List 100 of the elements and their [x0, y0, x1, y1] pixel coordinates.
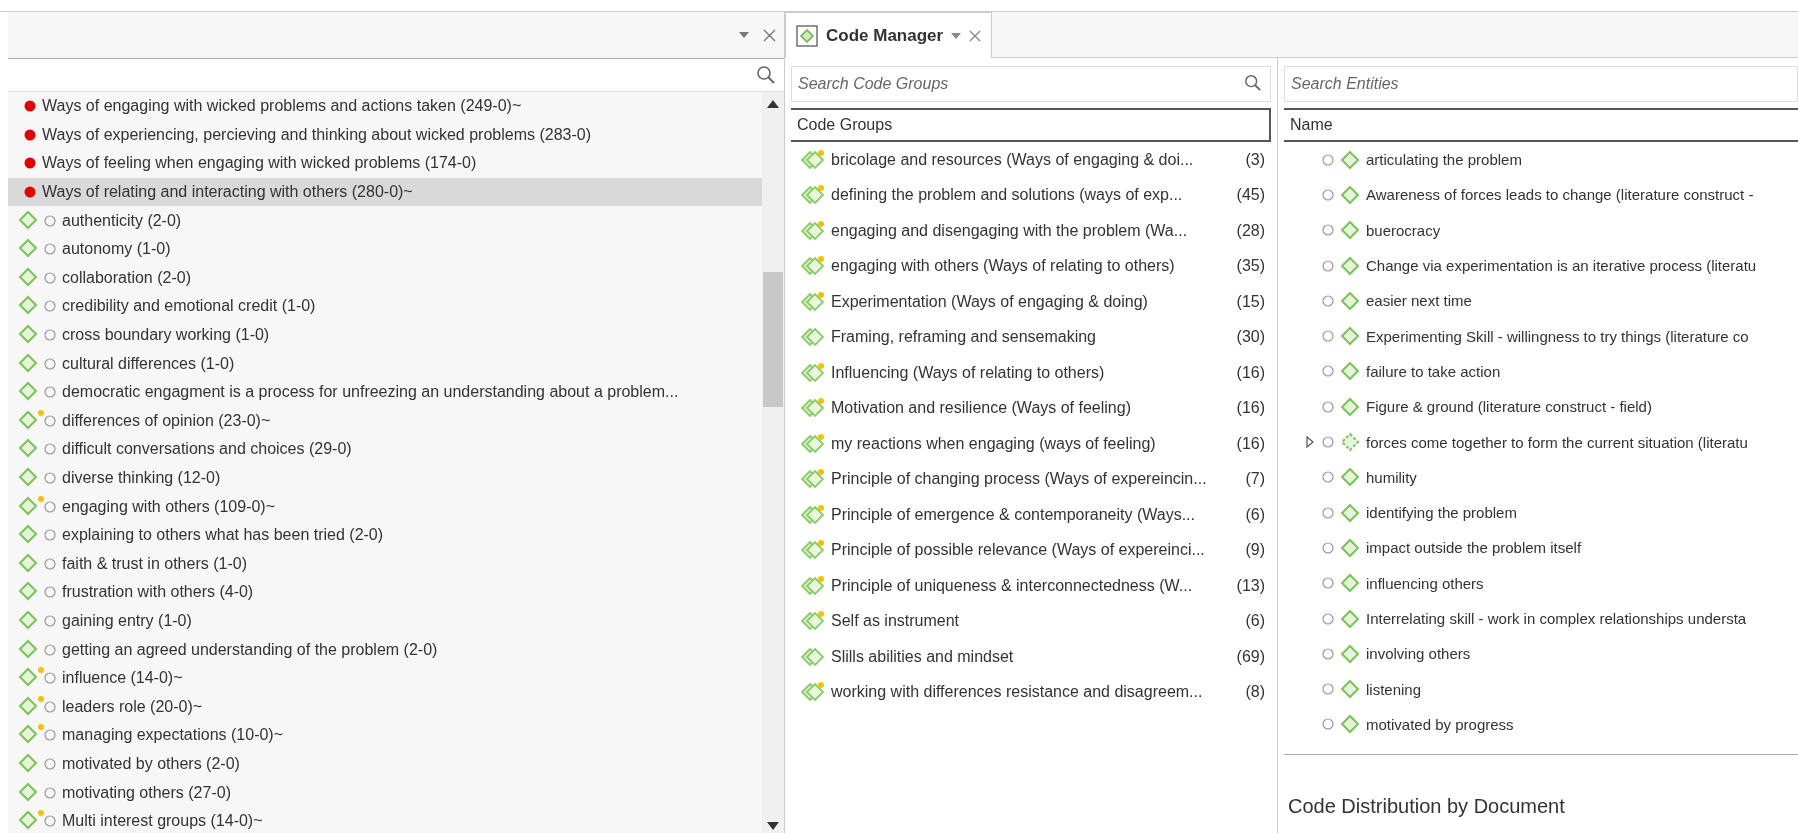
tree-item[interactable]: faith & trust in others (1-0): [8, 549, 762, 579]
tree-item[interactable]: autonomy (1-0): [8, 234, 762, 264]
tree-item[interactable]: managing expectations (10-0)~: [8, 721, 762, 750]
code-manager-tab[interactable]: Code Manager: [785, 12, 993, 58]
dropdown-icon[interactable]: [951, 32, 962, 39]
code-group-item[interactable]: working with differences resistance and disagreem... (8): [791, 674, 1271, 710]
code-group-item[interactable]: Experimentation (Ways of engaging & doing) (15): [791, 284, 1271, 320]
tree-item[interactable]: Ways of relating and interacting with others (280-0)~: [8, 177, 762, 207]
circle-icon: [1322, 647, 1334, 660]
search-icon[interactable]: [1244, 74, 1262, 92]
circle-icon: [44, 529, 56, 542]
circle-icon: [1322, 471, 1334, 484]
column-header[interactable]: Name: [1284, 108, 1798, 142]
tree-item[interactable]: Ways of engaging with wicked problems and actions taken (249-0)~: [8, 92, 762, 121]
category-dot-icon: [24, 128, 36, 141]
entity-item[interactable]: listening: [1284, 671, 1798, 707]
scroll-thumb[interactable]: [763, 272, 783, 407]
circle-icon: [44, 386, 56, 399]
code-group-item[interactable]: defining the problem and solutions (ways of exp... (45): [791, 177, 1271, 213]
scroll-up-icon[interactable]: [767, 100, 779, 108]
tree-item[interactable]: Ways of experiencing, percieving and thinking about wicked problems (283-0): [8, 120, 762, 150]
code-diamond-icon: [1340, 432, 1360, 452]
code-group-item[interactable]: my reactions when engaging (ways of feeling) (16): [791, 426, 1271, 462]
code-group-item[interactable]: engaging and disengaging with the problem (Wa... (28): [791, 213, 1271, 249]
circle-icon: [44, 586, 56, 599]
code-diamond-icon: [18, 752, 40, 775]
circle-icon: [44, 786, 56, 799]
entity-item[interactable]: Awareness of forces leads to change (literature construct -: [1284, 177, 1798, 213]
code-group-item[interactable]: Framing, reframing and sensemaking (30): [791, 319, 1271, 355]
scroll-down-icon[interactable]: [767, 822, 779, 830]
tree-item[interactable]: motivating others (27-0): [8, 778, 762, 807]
code-group-item[interactable]: engaging with others (Ways of relating to others) (35): [791, 248, 1271, 284]
code-manager-icon: [796, 24, 818, 47]
tree-item[interactable]: explaining to others what has been tried (2-0): [8, 520, 762, 550]
entity-item[interactable]: Change via experimentation is an iterative process (literatu: [1284, 247, 1798, 284]
entity-item[interactable]: impact outside the problem itself: [1284, 530, 1798, 566]
entity-item[interactable]: influencing others: [1284, 565, 1798, 601]
code-diamond-icon: [1340, 149, 1360, 170]
close-icon[interactable]: [969, 29, 982, 42]
tree-item[interactable]: credibility and emotional credit (1-0): [8, 292, 762, 321]
entity-item[interactable]: forces come together to form the current situation (literatu: [1284, 424, 1798, 460]
scrollbar[interactable]: [762, 92, 784, 833]
tree-item[interactable]: gaining entry (1-0): [8, 606, 762, 636]
entity-item[interactable]: failure to take action: [1284, 353, 1798, 390]
code-group-item[interactable]: Principle of changing process (Ways of expereincin... (7): [791, 461, 1271, 497]
tree-item[interactable]: cultural differences (1-0): [8, 349, 762, 378]
expand-icon[interactable]: [1306, 436, 1314, 448]
tree-item[interactable]: influence (14-0)~: [8, 663, 762, 693]
close-icon[interactable]: [763, 28, 776, 42]
code-group-item[interactable]: Motivation and resilience (Ways of feeling) (16): [791, 390, 1271, 426]
tree-item[interactable]: Multi interest groups (14-0)~: [8, 806, 762, 833]
entity-item[interactable]: Figure & ground (literature construct - field): [1284, 389, 1798, 425]
code-group-item[interactable]: bricolage and resources (Ways of engaging & doi... (3): [791, 142, 1271, 178]
circle-icon: [44, 472, 56, 484]
circle-icon: [1322, 718, 1334, 731]
tree-item[interactable]: collaboration (2-0): [8, 263, 762, 293]
circle-icon: [44, 815, 56, 828]
column-header[interactable]: Code Groups: [791, 108, 1271, 142]
tree-item[interactable]: getting an agreed understanding of the problem (2-0): [8, 635, 762, 664]
tree-item[interactable]: differences of opinion (23-0)~: [8, 406, 762, 436]
tree-item[interactable]: frustration with others (4-0): [8, 578, 762, 607]
category-dot-icon: [24, 157, 36, 170]
dropdown-icon[interactable]: [739, 32, 749, 38]
code-diamond-icon: [1340, 643, 1360, 664]
entity-item[interactable]: involving others: [1284, 636, 1798, 672]
search-icon[interactable]: [756, 65, 776, 85]
circle-icon: [44, 672, 56, 685]
code-group-item[interactable]: Slills abilities and mindset (69): [791, 639, 1271, 675]
tree-item[interactable]: Ways of feeling when engaging with wicked problems (174-0): [8, 149, 762, 178]
entity-item[interactable]: easier next time: [1284, 283, 1798, 319]
circle-icon: [1322, 224, 1334, 237]
search-field[interactable]: [8, 59, 784, 91]
code-group-item[interactable]: Principle of uniqueness & interconnectedness (W... (13): [791, 568, 1271, 604]
entity-item[interactable]: humility: [1284, 459, 1798, 495]
entity-item[interactable]: buerocracy: [1284, 212, 1798, 248]
code-group-item[interactable]: Principle of emergence & contemporaneity (Ways... (6): [791, 497, 1271, 533]
tree-item[interactable]: difficult conversations and choices (29-0): [8, 435, 762, 464]
tree-item[interactable]: motivated by others (2-0): [8, 749, 762, 779]
circle-icon: [1322, 506, 1334, 519]
tree-item[interactable]: leaders role (20-0)~: [8, 692, 762, 722]
code-diamond-icon: [1340, 396, 1360, 417]
circle-icon: [1322, 259, 1334, 272]
code-diamond-icon: [18, 352, 40, 375]
tree-item[interactable]: cross boundary working (1-0): [8, 320, 762, 350]
code-diamond-icon: [1340, 608, 1360, 629]
circle-icon: [1322, 365, 1334, 378]
entity-item[interactable]: motivated by progress: [1284, 706, 1798, 743]
code-group-item[interactable]: Self as instrument (6): [791, 603, 1271, 639]
tree-item[interactable]: engaging with others (109-0)~: [8, 492, 762, 521]
code-group-item[interactable]: Influencing (Ways of relating to others) (16): [791, 355, 1271, 391]
circle-icon: [1322, 436, 1334, 448]
entity-item[interactable]: Interrelating skill - work in complex relationships understa: [1284, 600, 1798, 637]
code-group-item[interactable]: Principle of possible relevance (Ways of expereinci... (9): [791, 532, 1271, 568]
tree-item[interactable]: authenticity (2-0): [8, 206, 762, 235]
tree-item[interactable]: diverse thinking (12-0): [8, 463, 762, 493]
tree-item[interactable]: democratic engagment is a process for unfreezing an understanding about a problem...: [8, 377, 762, 407]
code-diamond-icon: [18, 638, 40, 661]
entity-item[interactable]: Experimenting Skill - willingness to try things (literature co: [1284, 318, 1798, 354]
entity-item[interactable]: identifying the problem: [1284, 494, 1798, 531]
entity-item[interactable]: articulating the problem: [1284, 142, 1798, 178]
